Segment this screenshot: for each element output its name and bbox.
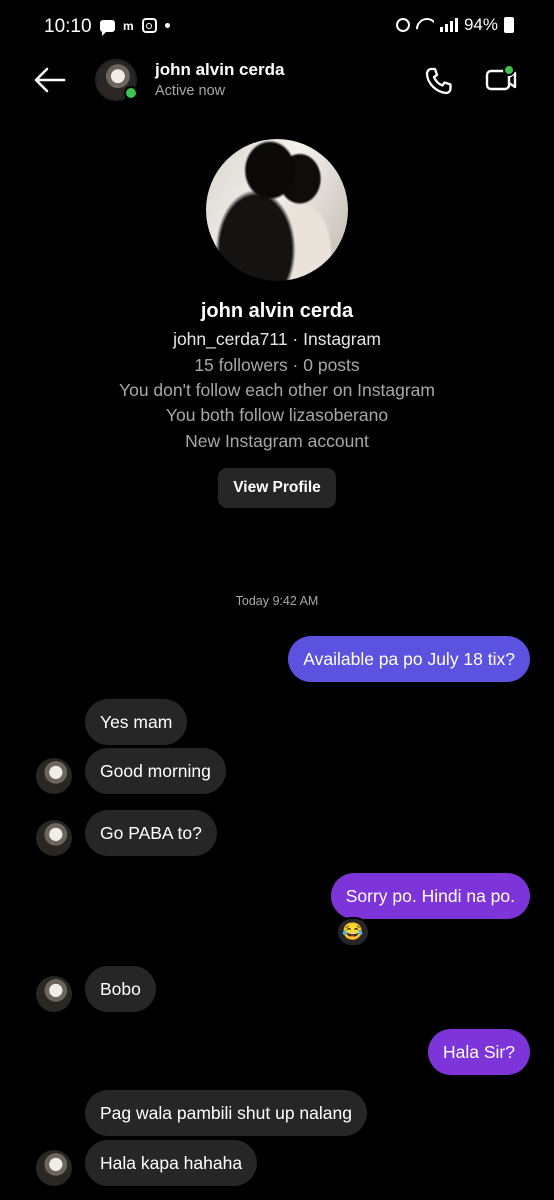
outgoing-message[interactable]: Available pa po July 18 tix? bbox=[288, 636, 530, 682]
battery-icon bbox=[504, 17, 514, 33]
notification-icons: m bbox=[100, 18, 170, 36]
profile-stats: 15 followers · 0 posts bbox=[194, 355, 360, 375]
online-indicator bbox=[124, 86, 138, 100]
incoming-message[interactable]: Good morning bbox=[85, 748, 226, 794]
system-icons: 94% bbox=[395, 15, 514, 35]
dot-icon bbox=[164, 23, 170, 28]
incoming-message[interactable]: Yes mam bbox=[85, 699, 188, 745]
profile-name: john alvin cerda bbox=[200, 300, 354, 322]
status-bar: 10:10 m 94% bbox=[0, 0, 554, 56]
wifi-icon bbox=[416, 18, 434, 32]
alarm-icon bbox=[395, 18, 410, 32]
signal-icon bbox=[439, 18, 458, 32]
battery-percent: 94% bbox=[463, 15, 498, 34]
profile-handle: john_cerda711 · Instagram bbox=[173, 329, 381, 349]
follow-status: You don't follow each other on Instagram bbox=[119, 380, 435, 400]
status-time: 10:10 bbox=[44, 16, 92, 37]
avatar[interactable] bbox=[36, 1150, 72, 1186]
view-profile-button[interactable]: View Profile bbox=[218, 468, 336, 508]
profile-photo[interactable] bbox=[206, 139, 348, 281]
account-note: New Instagram account bbox=[185, 431, 369, 451]
avatar[interactable] bbox=[36, 976, 72, 1012]
message-timestamp: Today 9:42 AM bbox=[235, 594, 319, 608]
contact-name[interactable]: john alvin cerda bbox=[155, 60, 284, 80]
incoming-message[interactable]: Bobo bbox=[85, 966, 156, 1012]
active-status: Active now bbox=[155, 83, 226, 99]
incoming-message[interactable]: Go PABA to? bbox=[85, 810, 217, 856]
reaction-emoji[interactable]: 😂 bbox=[336, 917, 370, 947]
phone-icon[interactable] bbox=[424, 66, 454, 96]
video-call-icon[interactable] bbox=[484, 64, 518, 94]
chat-header: john alvin cerda Active now bbox=[0, 56, 554, 108]
back-arrow-icon[interactable] bbox=[34, 67, 66, 93]
outgoing-message[interactable]: Hala Sir? bbox=[428, 1029, 530, 1075]
outgoing-message[interactable]: Sorry po. Hindi na po. bbox=[330, 873, 530, 919]
avatar[interactable] bbox=[36, 758, 72, 794]
m-icon: m bbox=[123, 18, 134, 33]
instagram-icon bbox=[141, 18, 157, 33]
incoming-message[interactable]: Hala kapa hahaha bbox=[85, 1140, 258, 1186]
mutual-follow: You both follow lizasoberano bbox=[165, 405, 389, 425]
avatar[interactable] bbox=[36, 820, 72, 856]
incoming-message[interactable]: Pag wala pambili shut up nalang bbox=[85, 1090, 367, 1136]
message-icon bbox=[100, 19, 115, 36]
